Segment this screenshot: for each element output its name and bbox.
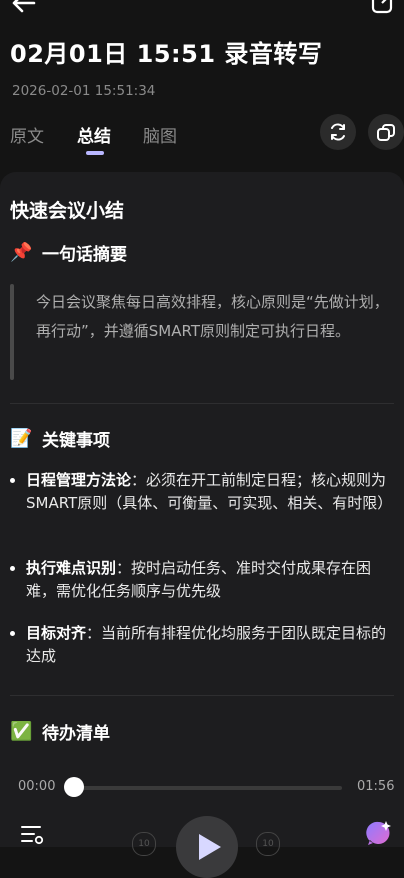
divider bbox=[10, 695, 394, 696]
total-time: 01:56 bbox=[357, 779, 395, 794]
copy-button[interactable] bbox=[368, 114, 404, 150]
one-line-summary-title: 一句话摘要 bbox=[42, 245, 127, 265]
bullet-dot bbox=[10, 631, 15, 636]
todo-heading: ✅ 待办清单 bbox=[10, 719, 110, 744]
list-item: 日程管理方法论：必须在开工前制定日程；核心规则为SMART原则（具体、可衡量、可… bbox=[10, 469, 394, 515]
pushpin-icon: 📌 bbox=[10, 242, 33, 263]
list-item-term: 日程管理方法论 bbox=[26, 471, 132, 489]
list-item-term: 执行难点识别 bbox=[26, 559, 117, 577]
check-mark-icon: ✅ bbox=[10, 721, 33, 742]
playback-controls: 10 10 bbox=[0, 812, 404, 878]
summary-card-title: 快速会议小结 bbox=[10, 200, 125, 222]
copy-icon bbox=[377, 124, 395, 141]
skip-back-label: 10 bbox=[138, 839, 150, 849]
tab-mindmap[interactable]: 脑图 bbox=[143, 122, 177, 147]
active-tab-indicator bbox=[86, 151, 104, 155]
memo-icon: 📝 bbox=[10, 428, 33, 449]
progress-handle[interactable] bbox=[64, 777, 84, 797]
play-button[interactable] bbox=[176, 816, 238, 878]
divider bbox=[10, 403, 394, 404]
list-item: 执行难点识别：按时启动任务、准时交付成果存在困难，需优化任务顺序与优先级 bbox=[10, 557, 394, 603]
summary-card: 快速会议小结 📌 一句话摘要 今日会议聚焦每日高效排程，核心原则是“先做计划，再… bbox=[0, 172, 404, 847]
settings-list-icon[interactable] bbox=[20, 824, 46, 850]
current-time: 00:00 bbox=[18, 779, 56, 794]
page-title: 02月01日 15:51 录音转写 bbox=[10, 40, 323, 68]
key-items-heading: 📝 关键事项 bbox=[10, 426, 110, 451]
audio-player: 00:00 01:56 bbox=[0, 772, 404, 802]
refresh-icon bbox=[331, 123, 345, 141]
list-item: 目标对齐：当前所有排程优化均服务于团队既定目标的达成 bbox=[10, 622, 394, 668]
play-icon bbox=[199, 834, 221, 860]
one-line-summary-text: 今日会议聚焦每日高效排程，核心原则是“先做计划，再行动”，并遵循SMART原则制… bbox=[36, 293, 389, 340]
bullet-dot bbox=[10, 566, 15, 571]
top-bar bbox=[0, 0, 404, 22]
tab-summary[interactable]: 总结 bbox=[77, 122, 111, 147]
back-arrow-icon[interactable] bbox=[10, 0, 36, 18]
quote-bar bbox=[10, 284, 14, 380]
one-line-summary-heading: 📌 一句话摘要 bbox=[10, 240, 127, 265]
share-icon[interactable] bbox=[370, 0, 396, 20]
skip-forward-icon[interactable]: 10 bbox=[256, 832, 280, 856]
refresh-button[interactable] bbox=[320, 114, 356, 150]
todo-title: 待办清单 bbox=[42, 724, 110, 744]
list-item-term: 目标对齐 bbox=[26, 624, 87, 642]
skip-back-icon[interactable]: 10 bbox=[132, 832, 156, 856]
key-items-title: 关键事项 bbox=[42, 431, 110, 451]
bullet-dot bbox=[10, 478, 15, 483]
progress-track[interactable] bbox=[76, 786, 342, 790]
tab-original[interactable]: 原文 bbox=[10, 122, 44, 147]
recording-timestamp: 2026-02-01 15:51:34 bbox=[12, 83, 156, 99]
skip-forward-label: 10 bbox=[262, 839, 274, 849]
